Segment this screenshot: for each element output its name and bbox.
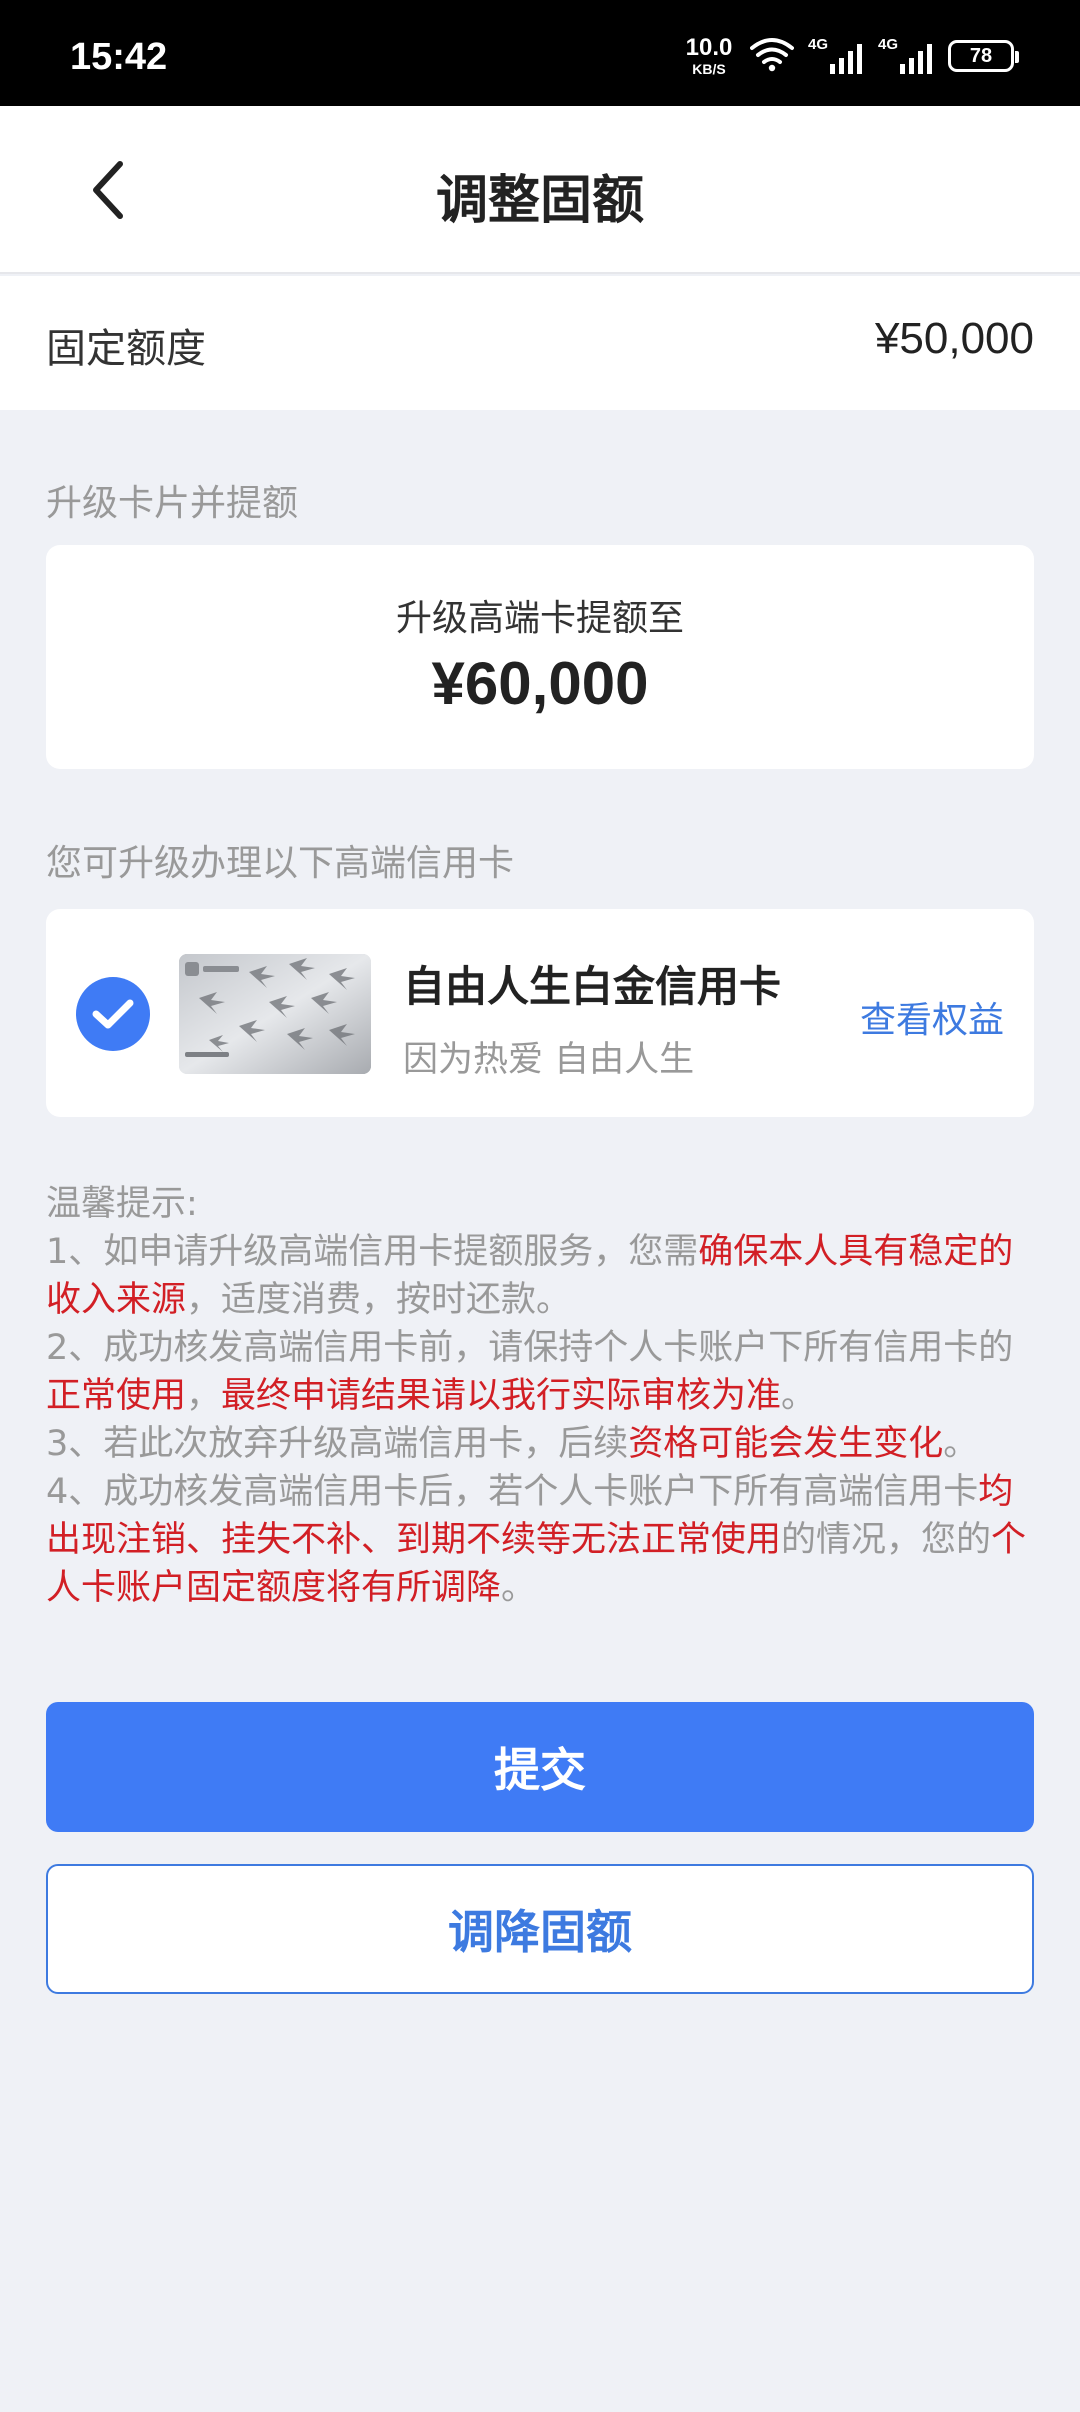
selected-checkbox[interactable]: [76, 977, 150, 1051]
tip-text: 。: [943, 1424, 979, 1464]
upgrade-amount: ¥60,000: [431, 650, 649, 717]
tip-text: ，: [186, 1376, 222, 1416]
network-speed-unit: KB/S: [692, 61, 726, 77]
tip-item-3: 3、若此次放弃升级高端信用卡，后续资格可能会发生变化。: [46, 1420, 1036, 1468]
tips-title: 温馨提示:: [46, 1184, 198, 1224]
page-title: 调整固额: [435, 171, 644, 231]
fixed-limit-row: 固定额度 ¥50,000: [0, 276, 1080, 410]
lower-limit-button[interactable]: 调降固额: [46, 1864, 1034, 1994]
submit-button[interactable]: 提交: [46, 1702, 1034, 1832]
network-type-label-2: 4G: [878, 36, 899, 53]
tip-text: 1、如申请升级高端信用卡提额服务，您需: [46, 1232, 699, 1272]
tip-text: 的情况，您的: [781, 1520, 992, 1560]
tip-item-4: 4、成功核发高端信用卡后，若个人卡账户下所有高端信用卡均出现注销、挂失不补、到期…: [46, 1468, 1036, 1612]
warm-tips: 温馨提示: 1、如申请升级高端信用卡提额服务，您需确保本人具有稳定的收入来源，适…: [46, 1180, 1036, 1612]
cellular-signal-icon: 4G: [808, 36, 864, 76]
tip-highlight: 最终申请结果请以我行实际审核为准: [221, 1376, 782, 1416]
status-icons: 10.0 KB/S 4G 4G 78: [682, 34, 1019, 78]
credit-card-name: 自由人生白金信用卡: [403, 962, 782, 1011]
status-time: 15:42: [70, 36, 168, 78]
tip-text: 4、成功核发高端信用卡后，若个人卡账户下所有高端信用卡: [46, 1472, 979, 1512]
upgrade-subtitle: 升级高端卡提额至: [395, 598, 684, 639]
top-nav-bar: 调整固额: [0, 106, 1080, 274]
credit-card-image: [179, 954, 371, 1074]
tip-text: 。: [781, 1376, 817, 1416]
tip-highlight: 资格可能会发生变化: [628, 1424, 944, 1464]
upgrade-amount-card: 升级高端卡提额至 ¥60,000: [46, 545, 1034, 769]
tip-text: ，适度消费，按时还款。: [186, 1280, 572, 1320]
tip-highlight: 正常使用: [46, 1376, 187, 1416]
network-speed: 10.0 KB/S: [682, 34, 736, 77]
credit-card-option[interactable]: 自由人生白金信用卡 因为热爱 自由人生 查看权益: [46, 909, 1034, 1117]
upgrade-section-label: 升级卡片并提额: [46, 483, 299, 524]
battery-icon: 78: [948, 40, 1019, 72]
cellular-signal-icon-2: 4G: [878, 36, 934, 76]
view-benefits-link[interactable]: 查看权益: [860, 991, 1004, 1043]
network-type-label: 4G: [808, 36, 829, 53]
status-bar: 15:42 10.0 KB/S 4G 4G 78: [0, 0, 1080, 106]
fixed-limit-label: 固定额度: [46, 326, 206, 372]
tip-text: 2、成功核发高端信用卡前，请保持个人卡账户下所有信用卡的: [46, 1328, 1014, 1368]
credit-card-slogan: 因为热爱 自由人生: [403, 1040, 695, 1080]
wifi-icon: [750, 36, 794, 76]
card-list-section-label: 您可升级办理以下高端信用卡: [46, 843, 515, 884]
fixed-limit-value: ¥50,000: [874, 314, 1034, 363]
tip-item-1: 1、如申请升级高端信用卡提额服务，您需确保本人具有稳定的收入来源，适度消费，按时…: [46, 1228, 1036, 1324]
network-speed-value: 10.0: [685, 34, 733, 61]
tip-item-2: 2、成功核发高端信用卡前，请保持个人卡账户下所有信用卡的正常使用，最终申请结果请…: [46, 1324, 1036, 1420]
checkmark-icon: [92, 999, 134, 1029]
tip-text: 3、若此次放弃升级高端信用卡，后续: [46, 1424, 629, 1464]
tip-text: 。: [501, 1568, 537, 1608]
battery-level: 78: [969, 44, 993, 67]
